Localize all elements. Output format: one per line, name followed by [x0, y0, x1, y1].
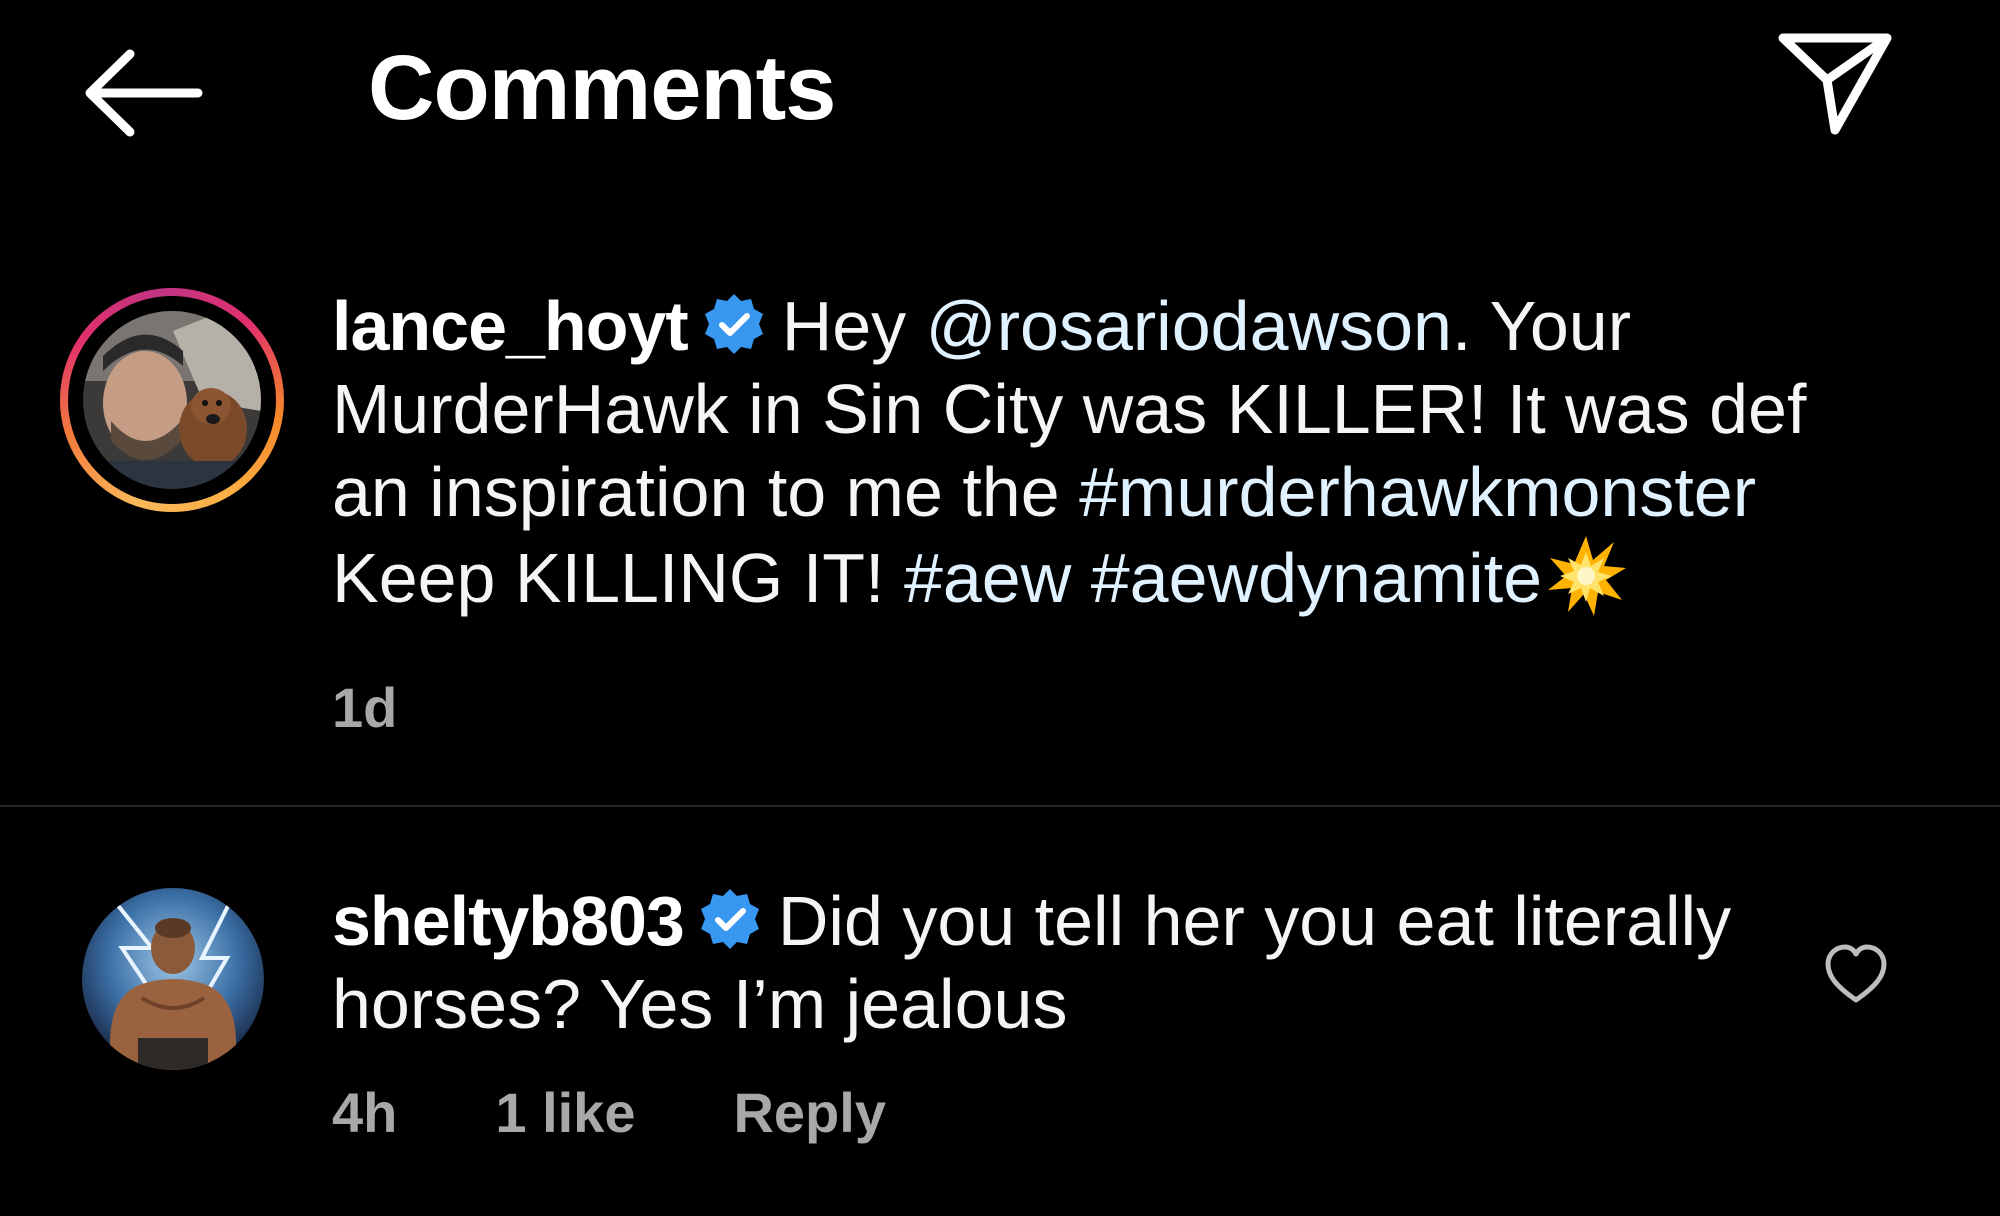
- arrow-left-icon: [85, 49, 203, 137]
- avatar[interactable]: [82, 888, 264, 1070]
- caption-text: lance_hoyt Hey @rosariodawson. Your Murd…: [332, 285, 1812, 620]
- caption-meta: 1d: [332, 675, 495, 740]
- verified-badge-icon: [702, 292, 766, 356]
- collision-emoji-icon: [1544, 534, 1628, 618]
- verified-badge-icon: [698, 887, 762, 951]
- like-button[interactable]: [1822, 942, 1890, 1006]
- username[interactable]: sheltyb803: [332, 882, 685, 960]
- reply-button[interactable]: Reply: [733, 1081, 886, 1144]
- avatar-photo: [82, 888, 264, 1070]
- page-title: Comments: [368, 37, 836, 139]
- timestamp: 4h: [332, 1081, 398, 1144]
- timestamp: 1d: [332, 676, 398, 739]
- divider: [0, 805, 2000, 807]
- avatar[interactable]: [83, 311, 261, 489]
- caption-text-after: Keep KILLING IT!: [332, 539, 904, 617]
- comment-meta: 4h 1 like Reply: [332, 1080, 984, 1145]
- share-button[interactable]: [1775, 30, 1895, 140]
- username[interactable]: lance_hoyt: [332, 287, 689, 365]
- hashtag-link[interactable]: #aewdynamite: [1091, 539, 1542, 617]
- caption-comment: lance_hoyt Hey @rosariodawson. Your Murd…: [0, 285, 2000, 805]
- comment-item: sheltyb803 Did you tell her you eat lite…: [0, 880, 2000, 1200]
- hashtag-link[interactable]: #aew: [904, 539, 1071, 617]
- comments-header: Comments: [0, 0, 2000, 190]
- heart-outline-icon: [1825, 944, 1887, 1003]
- avatar-photo: [83, 311, 261, 489]
- comment-text: sheltyb803 Did you tell her you eat lite…: [332, 880, 1812, 1046]
- mention-link[interactable]: @rosariodawson: [926, 287, 1452, 365]
- back-button[interactable]: [78, 46, 206, 140]
- paper-plane-icon: [1778, 33, 1892, 135]
- hashtag-link[interactable]: #murderhawkmonster: [1079, 453, 1756, 531]
- likes-count-button[interactable]: 1 like: [495, 1081, 635, 1144]
- caption-text-prefix: Hey: [781, 287, 926, 365]
